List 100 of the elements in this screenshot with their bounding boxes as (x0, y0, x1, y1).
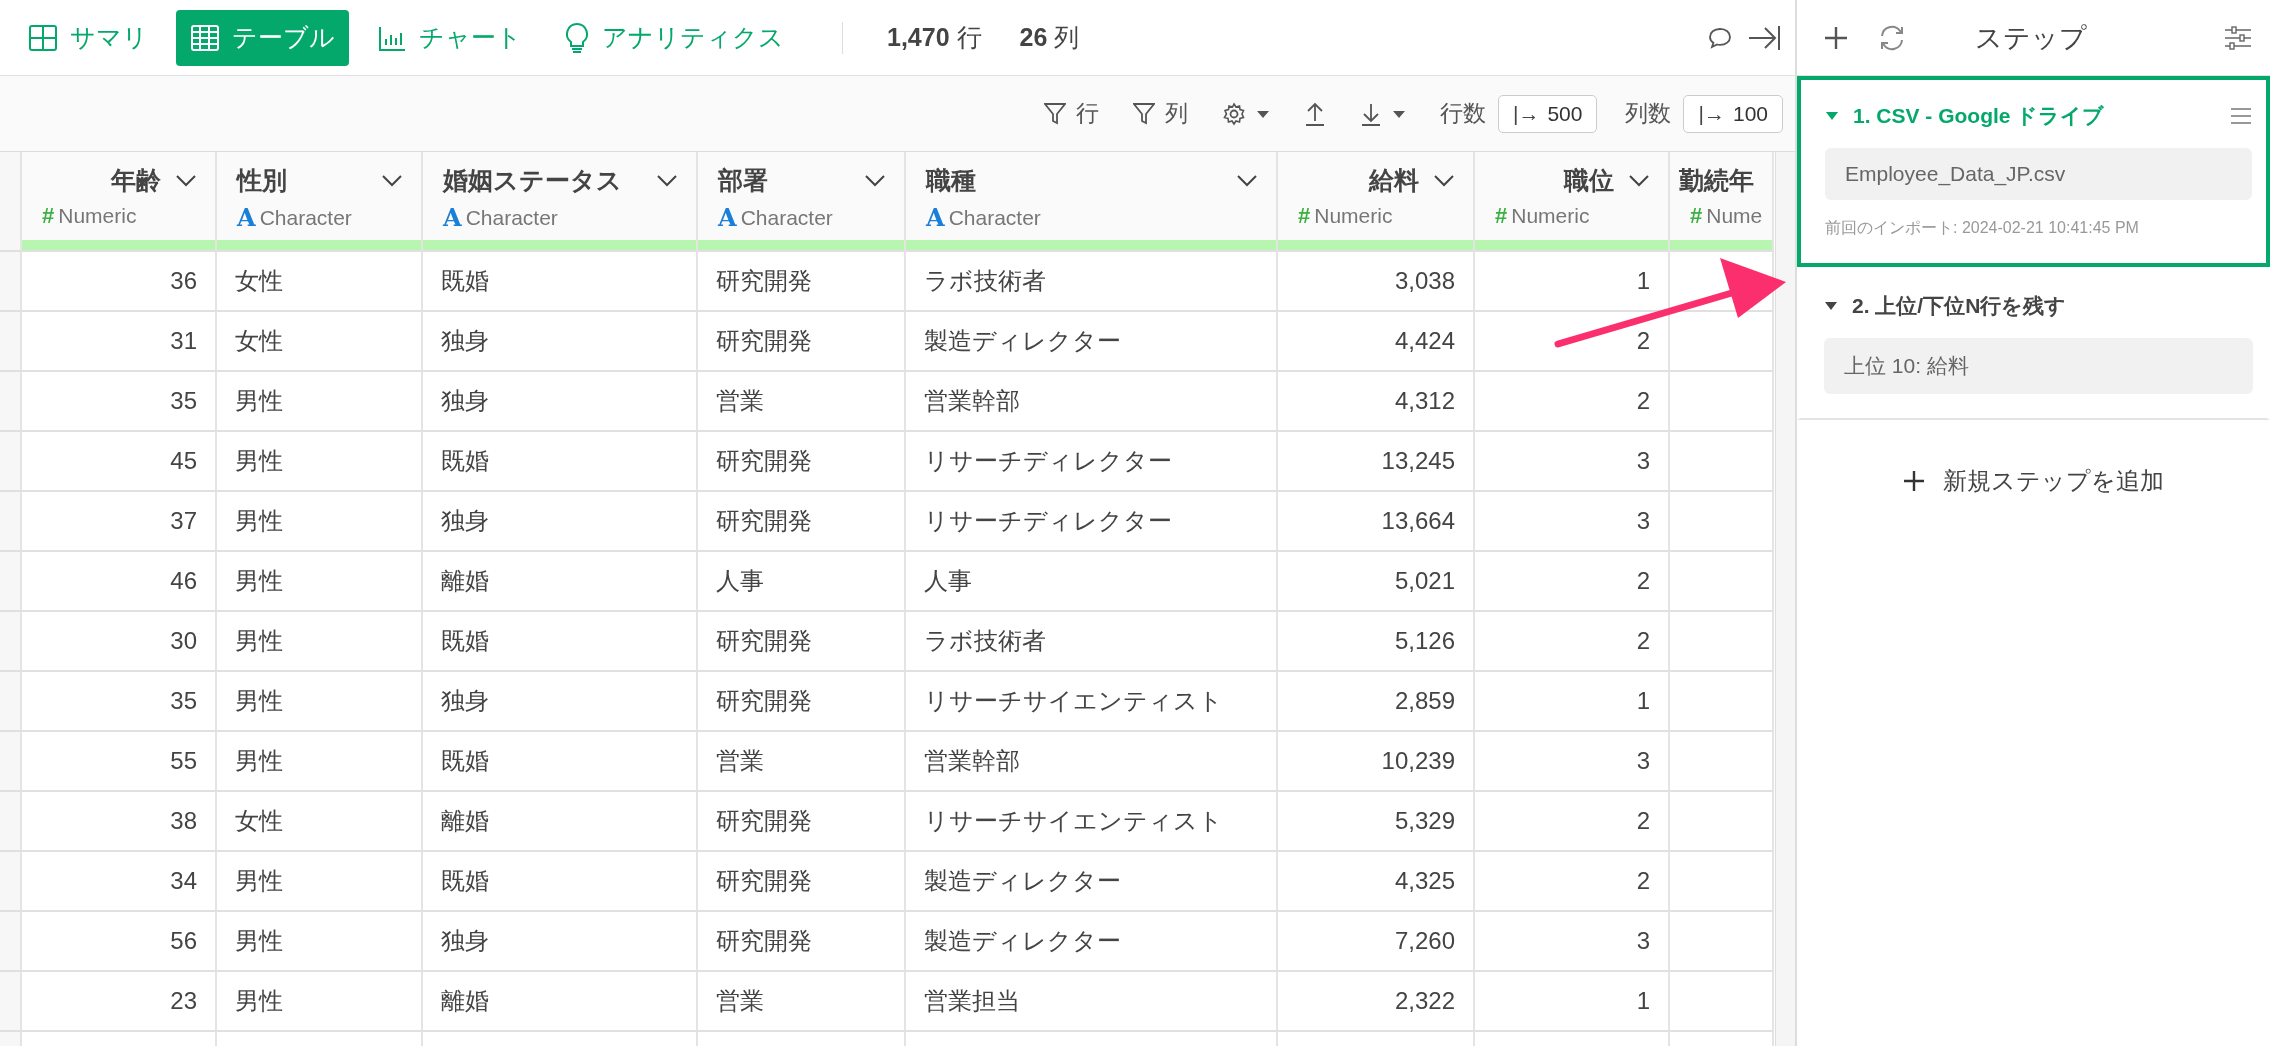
column-name: 婚姻ステータス (443, 165, 622, 196)
table-cell: 離婚 (423, 552, 698, 612)
sliders-icon[interactable] (2224, 24, 2252, 51)
caret-icon (1255, 108, 1270, 119)
type-icon: # (1495, 203, 1508, 229)
table-cell: 13,245 (1278, 432, 1475, 492)
settings-icon (1221, 101, 1246, 126)
table-cell: 研究開発 (698, 792, 906, 852)
chevron-down-icon[interactable] (656, 173, 678, 188)
column-type: Character (465, 205, 558, 230)
column-header[interactable]: 給料 # Numeric (1278, 152, 1475, 240)
table-cell: 4,312 (1278, 372, 1475, 432)
chevron-down-icon[interactable] (1628, 173, 1650, 188)
column-count-button[interactable]: |→ 100 (1683, 94, 1783, 133)
table-cell: 製造ディレクター (906, 852, 1278, 912)
row-filter-button[interactable]: 行 (1037, 98, 1105, 129)
table-cell: 離婚 (423, 792, 698, 852)
column-header[interactable]: 年齢 # Numeric (22, 152, 217, 240)
table-cell: 人事 (698, 552, 906, 612)
type-icon: # (1298, 203, 1311, 229)
chevron-down-icon[interactable] (381, 173, 403, 188)
column-header[interactable]: 性別 A Character (217, 152, 423, 240)
menu-icon[interactable] (2230, 107, 2252, 125)
table-cell: 既婚 (423, 612, 698, 672)
table-cell: 3 (1475, 492, 1670, 552)
table-cell: 研究開発 (698, 612, 906, 672)
table-cell: 4,325 (1278, 852, 1475, 912)
step-note: 前回のインポート: 2024-02-21 10:41:45 PM (1825, 218, 2140, 238)
table-cell: 男性 (217, 852, 423, 912)
table-cell: 男性 (217, 492, 423, 552)
step-card[interactable]: 1. CSV - Google ドライブ Employee_Data_JP.csv 前回のインポート: 2024-02-21 10:41:45 PM (1797, 76, 2270, 267)
table-cell: 研究開発 (698, 492, 906, 552)
table-cell: 営業 (698, 372, 906, 432)
type-icon: A (237, 203, 256, 232)
plus-icon (1903, 470, 1925, 492)
step-title: 1. CSV - Google ドライブ (1853, 103, 2106, 129)
table-cell: 55 (22, 732, 217, 792)
column-type: Numeric (58, 204, 137, 228)
column-name: 給料 (1369, 165, 1419, 196)
caret-icon[interactable] (1824, 301, 1838, 311)
table-cell: 2 (1475, 372, 1670, 432)
table-cell: 男性 (217, 372, 423, 432)
table-cell: 研究開発 (698, 252, 906, 312)
table-cell: ラボ技術者 (906, 252, 1278, 312)
step-card[interactable]: 2. 上位/下位N行を残す 上位 10: 給料 (1797, 267, 2270, 420)
column-filter-button[interactable]: 列 (1126, 98, 1194, 129)
table-cell: 2 (1475, 612, 1670, 672)
table-cell: 3,038 (1278, 252, 1475, 312)
chevron-down-icon[interactable] (864, 173, 886, 188)
table-cell: 35 (22, 672, 217, 732)
column-type: Numeric (1314, 204, 1393, 228)
table-cell: ラボ技術者 (906, 612, 1278, 672)
table-cell: 男性 (217, 732, 423, 792)
add-step-button[interactable]: 新規ステップを追加 (1797, 464, 2270, 498)
table-cell: 研究開発 (698, 852, 906, 912)
column-count-label: 列数 (1625, 99, 1672, 128)
column-header[interactable]: 職種 A Character (906, 152, 1278, 240)
column-type: Character (259, 205, 352, 230)
table-cell: 36 (22, 252, 217, 312)
count-label: 1,470 行 (887, 22, 982, 53)
chevron-down-icon[interactable] (175, 173, 197, 188)
column-header[interactable]: 部署 A Character (698, 152, 906, 240)
row-number-cell (0, 240, 22, 252)
table-cell: 独身 (423, 492, 698, 552)
table-cell: 研究開発 (698, 432, 906, 492)
column-name: 年齢 (111, 165, 161, 196)
table-cell: 営業 (698, 972, 906, 1032)
table-cell: 3 (1475, 732, 1670, 792)
column-name: 部署 (718, 165, 768, 196)
table-cell: 2,322 (1278, 972, 1475, 1032)
table-cell: 2 (1475, 852, 1670, 912)
table-cell: 独身 (423, 672, 698, 732)
table-cell: 2 (1475, 792, 1670, 852)
scrollbar-track[interactable] (1775, 152, 1795, 1046)
chevron-down-icon[interactable] (1433, 173, 1455, 188)
table-cell: 女性 (217, 252, 423, 312)
count-label: 26 列 (1019, 22, 1080, 53)
table-cell: 7,260 (1278, 912, 1475, 972)
column-header[interactable]: 勤続年 # Nume (1670, 152, 1774, 240)
table-cell: 既婚 (423, 432, 698, 492)
chevron-down-icon[interactable] (1236, 173, 1258, 188)
table-cell: 既婚 (423, 252, 698, 312)
table-cell: 営業担当 (906, 972, 1278, 1032)
table-cell: 2 (1475, 312, 1670, 372)
column-type: Nume (1706, 204, 1763, 228)
table-cell: 46 (22, 552, 217, 612)
column-type: Character (948, 205, 1041, 230)
column-header[interactable]: 職位 # Numeric (1475, 152, 1670, 240)
table-cell: リサーチディレクター (906, 492, 1278, 552)
table-cell: 37 (22, 492, 217, 552)
table-cell: 2 (1475, 552, 1670, 612)
type-icon: A (926, 203, 945, 232)
column-type: Numeric (1511, 204, 1590, 228)
column-header[interactable]: 婚姻ステータス A Character (423, 152, 698, 240)
table-cell: 男性 (217, 912, 423, 972)
row-count-button[interactable]: |→ 500 (1497, 94, 1598, 133)
table-cell: 35 (22, 372, 217, 432)
type-icon: # (1690, 203, 1703, 229)
plus-icon[interactable] (1823, 24, 1849, 51)
table-cell: 女性 (217, 312, 423, 372)
